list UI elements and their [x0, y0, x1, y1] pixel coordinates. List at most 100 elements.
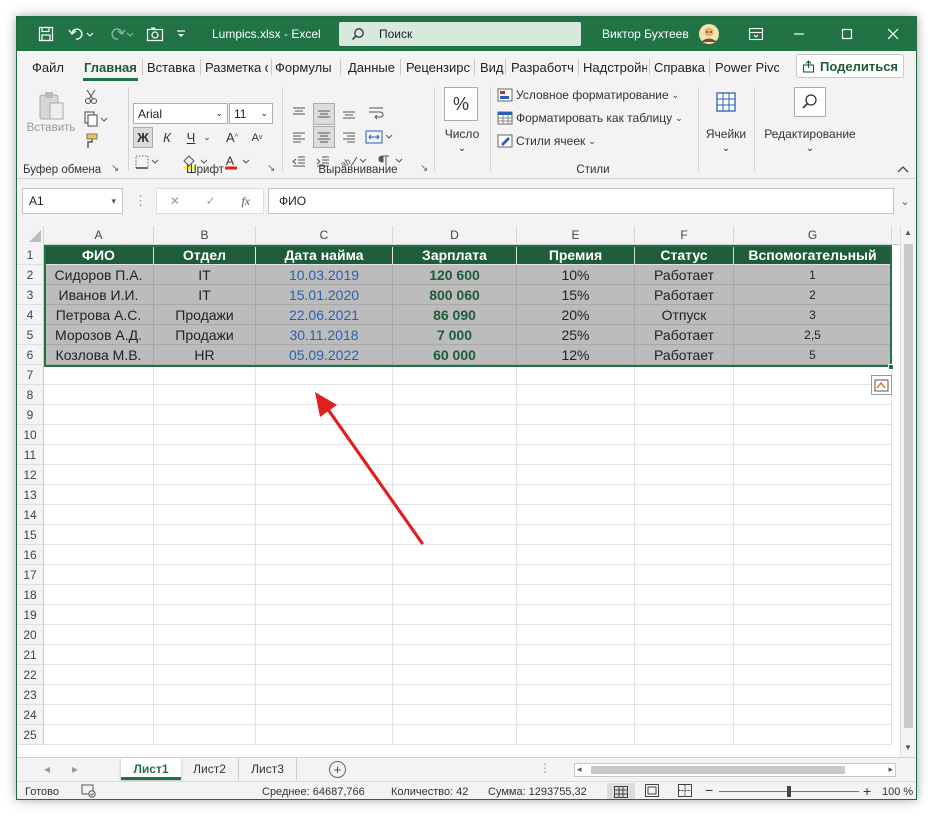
tab-addins[interactable]: Надстройн: [583, 60, 647, 75]
cell-bonus[interactable]: 15%: [517, 285, 635, 305]
header-cell-helper[interactable]: Вспомогательный: [734, 245, 892, 265]
empty-cell[interactable]: [154, 465, 256, 485]
empty-cell[interactable]: [635, 545, 734, 565]
empty-cell[interactable]: [393, 705, 517, 725]
select-all-corner[interactable]: [17, 226, 44, 245]
tab-power-pivot[interactable]: Power Pivc: [715, 60, 779, 75]
empty-cell[interactable]: [635, 385, 734, 405]
tab-review[interactable]: Рецензирс: [406, 60, 470, 75]
empty-cell[interactable]: [154, 365, 256, 385]
ribbon-display-icon[interactable]: [742, 17, 770, 51]
number-format-button[interactable]: Число: [435, 127, 489, 141]
cells-icon[interactable]: [710, 87, 742, 117]
fill-handle[interactable]: [888, 364, 894, 370]
scroll-up-icon[interactable]: ▲: [904, 228, 912, 237]
empty-cell[interactable]: [517, 685, 635, 705]
header-cell-salary[interactable]: Зарплата: [393, 245, 517, 265]
row-header[interactable]: 1: [17, 245, 44, 265]
empty-cell[interactable]: [256, 725, 393, 745]
empty-cell[interactable]: [734, 705, 892, 725]
empty-cell[interactable]: [154, 385, 256, 405]
empty-cell[interactable]: [393, 725, 517, 745]
empty-cell[interactable]: [635, 425, 734, 445]
cell-salary[interactable]: 800 060: [393, 285, 517, 305]
cell-bonus[interactable]: 25%: [517, 325, 635, 345]
minimize-icon[interactable]: [785, 17, 813, 51]
paste-button[interactable]: Вставить: [25, 87, 77, 137]
empty-cell[interactable]: [734, 505, 892, 525]
empty-cell[interactable]: [44, 485, 154, 505]
save-icon[interactable]: [35, 17, 57, 51]
italic-button[interactable]: К: [157, 127, 177, 148]
cell-fio[interactable]: Иванов И.И.: [44, 285, 154, 305]
empty-cell[interactable]: [256, 585, 393, 605]
align-right-icon[interactable]: [339, 127, 359, 147]
cell-hire-date[interactable]: 22.06.2021: [256, 305, 393, 325]
empty-cell[interactable]: [154, 625, 256, 645]
header-cell-dept[interactable]: Отдел: [154, 245, 256, 265]
empty-cell[interactable]: [154, 585, 256, 605]
zoom-slider-handle[interactable]: [787, 786, 791, 797]
name-box[interactable]: A1 ▾: [22, 188, 123, 214]
merge-center-icon[interactable]: [363, 127, 397, 147]
empty-cell[interactable]: [44, 705, 154, 725]
cell-fio[interactable]: Петрова А.С.: [44, 305, 154, 325]
empty-cell[interactable]: [154, 705, 256, 725]
share-button[interactable]: Поделиться: [796, 54, 904, 78]
empty-cell[interactable]: [635, 365, 734, 385]
empty-cell[interactable]: [154, 485, 256, 505]
empty-cell[interactable]: [256, 365, 393, 385]
cell-status[interactable]: Работает: [635, 325, 734, 345]
horizontal-scroll-thumb[interactable]: [591, 766, 845, 774]
column-header-b[interactable]: B: [154, 226, 256, 245]
column-header-a[interactable]: A: [44, 226, 154, 245]
row-header[interactable]: 24: [17, 705, 44, 725]
empty-cell[interactable]: [154, 665, 256, 685]
empty-cell[interactable]: [154, 565, 256, 585]
tab-home[interactable]: Главная: [84, 60, 137, 75]
header-cell-fio[interactable]: ФИО: [44, 245, 154, 265]
conditional-formatting-button[interactable]: Условное форматирование ⌄: [497, 85, 679, 105]
empty-cell[interactable]: [517, 625, 635, 645]
empty-cell[interactable]: [734, 725, 892, 745]
empty-cell[interactable]: [393, 685, 517, 705]
sheet-tab-2[interactable]: Лист2: [181, 758, 239, 780]
empty-cell[interactable]: [517, 705, 635, 725]
zoom-level[interactable]: 100 %: [882, 786, 913, 798]
empty-cell[interactable]: [154, 605, 256, 625]
row-header[interactable]: 8: [17, 385, 44, 405]
row-header[interactable]: 22: [17, 665, 44, 685]
clipboard-launcher-icon[interactable]: ↘: [111, 163, 119, 174]
empty-cell[interactable]: [635, 605, 734, 625]
empty-cell[interactable]: [256, 705, 393, 725]
empty-cell[interactable]: [44, 685, 154, 705]
average-status[interactable]: Среднее: 64687,766: [262, 786, 365, 798]
tab-developer[interactable]: Разработч: [511, 60, 575, 75]
empty-cell[interactable]: [44, 625, 154, 645]
empty-cell[interactable]: [44, 405, 154, 425]
cancel-formula-icon[interactable]: ✕: [170, 194, 180, 208]
tab-file[interactable]: Файл: [32, 60, 64, 75]
empty-cell[interactable]: [44, 665, 154, 685]
empty-cell[interactable]: [635, 485, 734, 505]
cells-button[interactable]: Ячейки: [699, 127, 753, 141]
cells-dropdown-icon[interactable]: ⌄: [699, 143, 753, 154]
empty-cell[interactable]: [44, 725, 154, 745]
sum-status[interactable]: Сумма: 1293755,32: [488, 786, 587, 798]
row-header[interactable]: 17: [17, 565, 44, 585]
empty-cell[interactable]: [517, 565, 635, 585]
empty-cell[interactable]: [393, 645, 517, 665]
cell-bonus[interactable]: 10%: [517, 265, 635, 285]
tab-page-layout[interactable]: Разметка с: [205, 60, 268, 75]
format-painter-icon[interactable]: [80, 131, 102, 151]
column-header-d[interactable]: D: [393, 226, 517, 245]
empty-cell[interactable]: [154, 545, 256, 565]
editing-button[interactable]: Редактирование: [755, 127, 865, 141]
column-header-f[interactable]: F: [635, 226, 734, 245]
cell-styles-button[interactable]: Стили ячеек ⌄: [497, 131, 596, 151]
font-size-select[interactable]: 11 ⌄: [229, 103, 273, 124]
cell-helper[interactable]: 2,5: [734, 325, 892, 345]
cell-dept[interactable]: IT: [154, 285, 256, 305]
camera-icon[interactable]: [144, 17, 166, 51]
header-cell-hire-date[interactable]: Дата найма: [256, 245, 393, 265]
